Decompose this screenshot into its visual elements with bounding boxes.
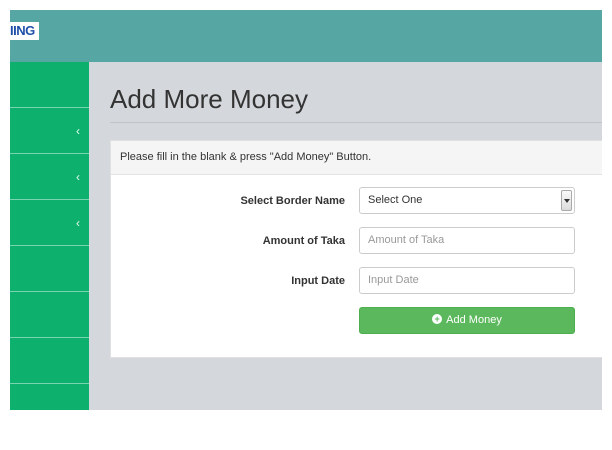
add-money-button-label: Add Money	[446, 314, 502, 326]
title-divider	[110, 122, 602, 123]
sidebar: ‹ ‹ ‹	[10, 62, 89, 410]
date-input[interactable]: Input Date	[359, 267, 575, 294]
page-title: Add More Money	[110, 84, 308, 114]
border-name-select[interactable]: Select One	[359, 187, 575, 214]
amount-label: Amount of Taka	[262, 235, 345, 247]
app-window: IING ‹ ‹ ‹ Add More Money Please fill in…	[10, 10, 602, 410]
sidebar-item-3[interactable]: ‹	[10, 154, 89, 200]
sidebar-item-1[interactable]	[10, 62, 89, 108]
sidebar-item-4[interactable]: ‹	[10, 200, 89, 246]
chevron-left-icon: ‹	[76, 169, 80, 184]
chevron-left-icon: ‹	[76, 215, 80, 230]
top-bar: IING	[10, 10, 602, 62]
border-name-label: Select Border Name	[240, 195, 345, 207]
sidebar-item-5[interactable]	[10, 246, 89, 292]
date-label: Input Date	[291, 275, 345, 287]
sidebar-item-7[interactable]	[10, 338, 89, 384]
add-money-button[interactable]: + Add Money	[359, 307, 575, 334]
border-name-select-value: Select One	[368, 194, 423, 206]
main-content: Add More Money Please fill in the blank …	[89, 62, 602, 410]
panel-instruction: Please fill in the blank & press "Add Mo…	[111, 141, 602, 175]
chevron-down-icon[interactable]	[561, 190, 572, 211]
plus-circle-icon: +	[432, 314, 443, 325]
chevron-left-icon: ‹	[76, 123, 80, 138]
sidebar-item-6[interactable]	[10, 292, 89, 338]
add-money-panel: Please fill in the blank & press "Add Mo…	[110, 140, 602, 358]
sidebar-item-2[interactable]: ‹	[10, 108, 89, 154]
logo[interactable]: IING	[10, 22, 39, 40]
amount-input[interactable]: Amount of Taka	[359, 227, 575, 254]
